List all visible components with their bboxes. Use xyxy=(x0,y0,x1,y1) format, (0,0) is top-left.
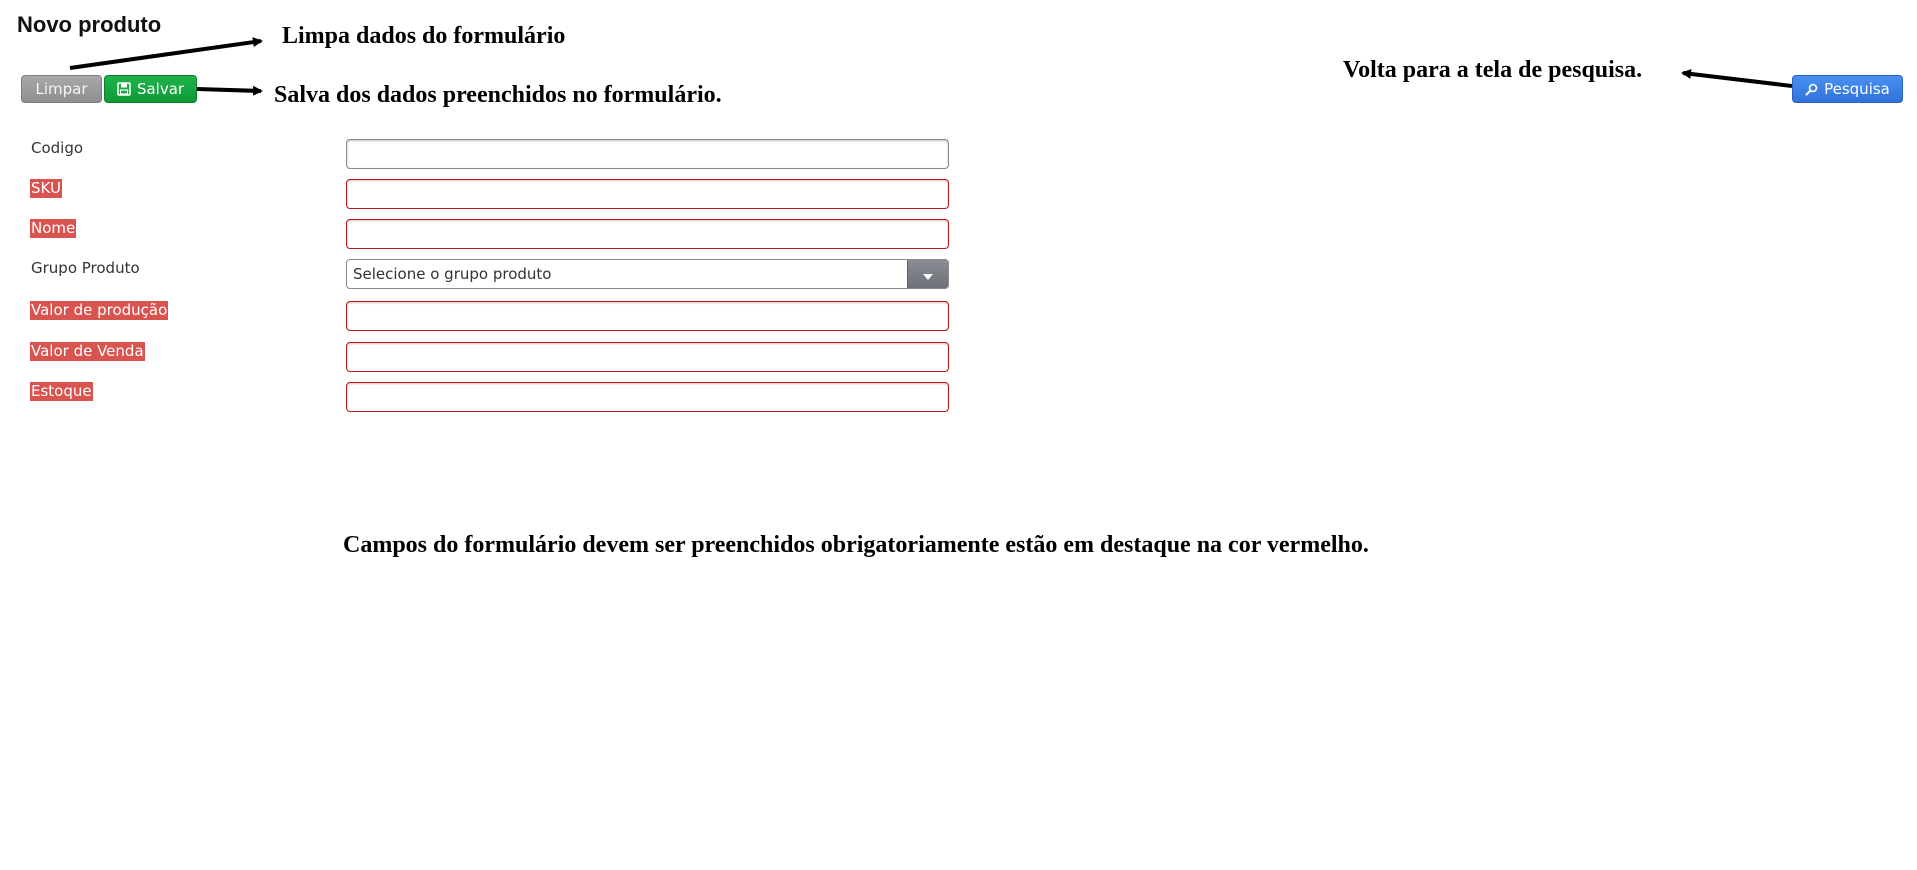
valor-producao-input[interactable] xyxy=(346,301,949,331)
magnifier-icon xyxy=(1805,83,1818,96)
save-button[interactable]: Salvar xyxy=(104,75,197,103)
nome-input[interactable] xyxy=(346,219,949,249)
save-button-label: Salvar xyxy=(136,80,185,98)
clear-button[interactable]: Limpar xyxy=(21,75,102,103)
codigo-input[interactable] xyxy=(346,139,949,169)
label-valor-producao: Valor de produção xyxy=(30,301,169,320)
search-button-label: Pesquisa xyxy=(1824,80,1890,98)
label-valor-venda: Valor de Venda xyxy=(30,342,145,361)
arrow-search xyxy=(1681,68,1793,88)
annotation-arrows xyxy=(69,37,1793,96)
annotation-save: Salva dos dados preenchidos no formulári… xyxy=(274,82,722,108)
annotation-clear: Limpa dados do formulário xyxy=(282,23,566,49)
sku-input[interactable] xyxy=(346,179,949,209)
floppy-disk-icon xyxy=(117,82,131,96)
grupo-produto-select[interactable]: Selecione o grupo produto xyxy=(346,259,949,289)
label-nome: Nome xyxy=(30,219,77,238)
valor-venda-input[interactable] xyxy=(346,342,949,372)
arrow-clear xyxy=(69,37,263,70)
label-estoque: Estoque xyxy=(30,382,93,401)
dropdown-trigger[interactable] xyxy=(907,260,948,288)
label-grupo-produto: Grupo Produto xyxy=(31,259,140,277)
label-codigo: Codigo xyxy=(31,139,84,157)
arrow-save xyxy=(196,85,263,96)
grupo-produto-placeholder: Selecione o grupo produto xyxy=(353,265,552,283)
clear-button-label: Limpar xyxy=(35,80,88,98)
annotation-search: Volta para a tela de pesquisa. xyxy=(1343,57,1643,83)
annotation-required: Campos do formulário devem ser preenchid… xyxy=(343,532,1369,558)
search-button[interactable]: Pesquisa xyxy=(1792,75,1903,103)
page-title: Novo produto xyxy=(17,12,162,37)
chevron-down-icon xyxy=(923,265,933,284)
estoque-input[interactable] xyxy=(346,382,949,412)
label-sku: SKU xyxy=(30,179,62,198)
